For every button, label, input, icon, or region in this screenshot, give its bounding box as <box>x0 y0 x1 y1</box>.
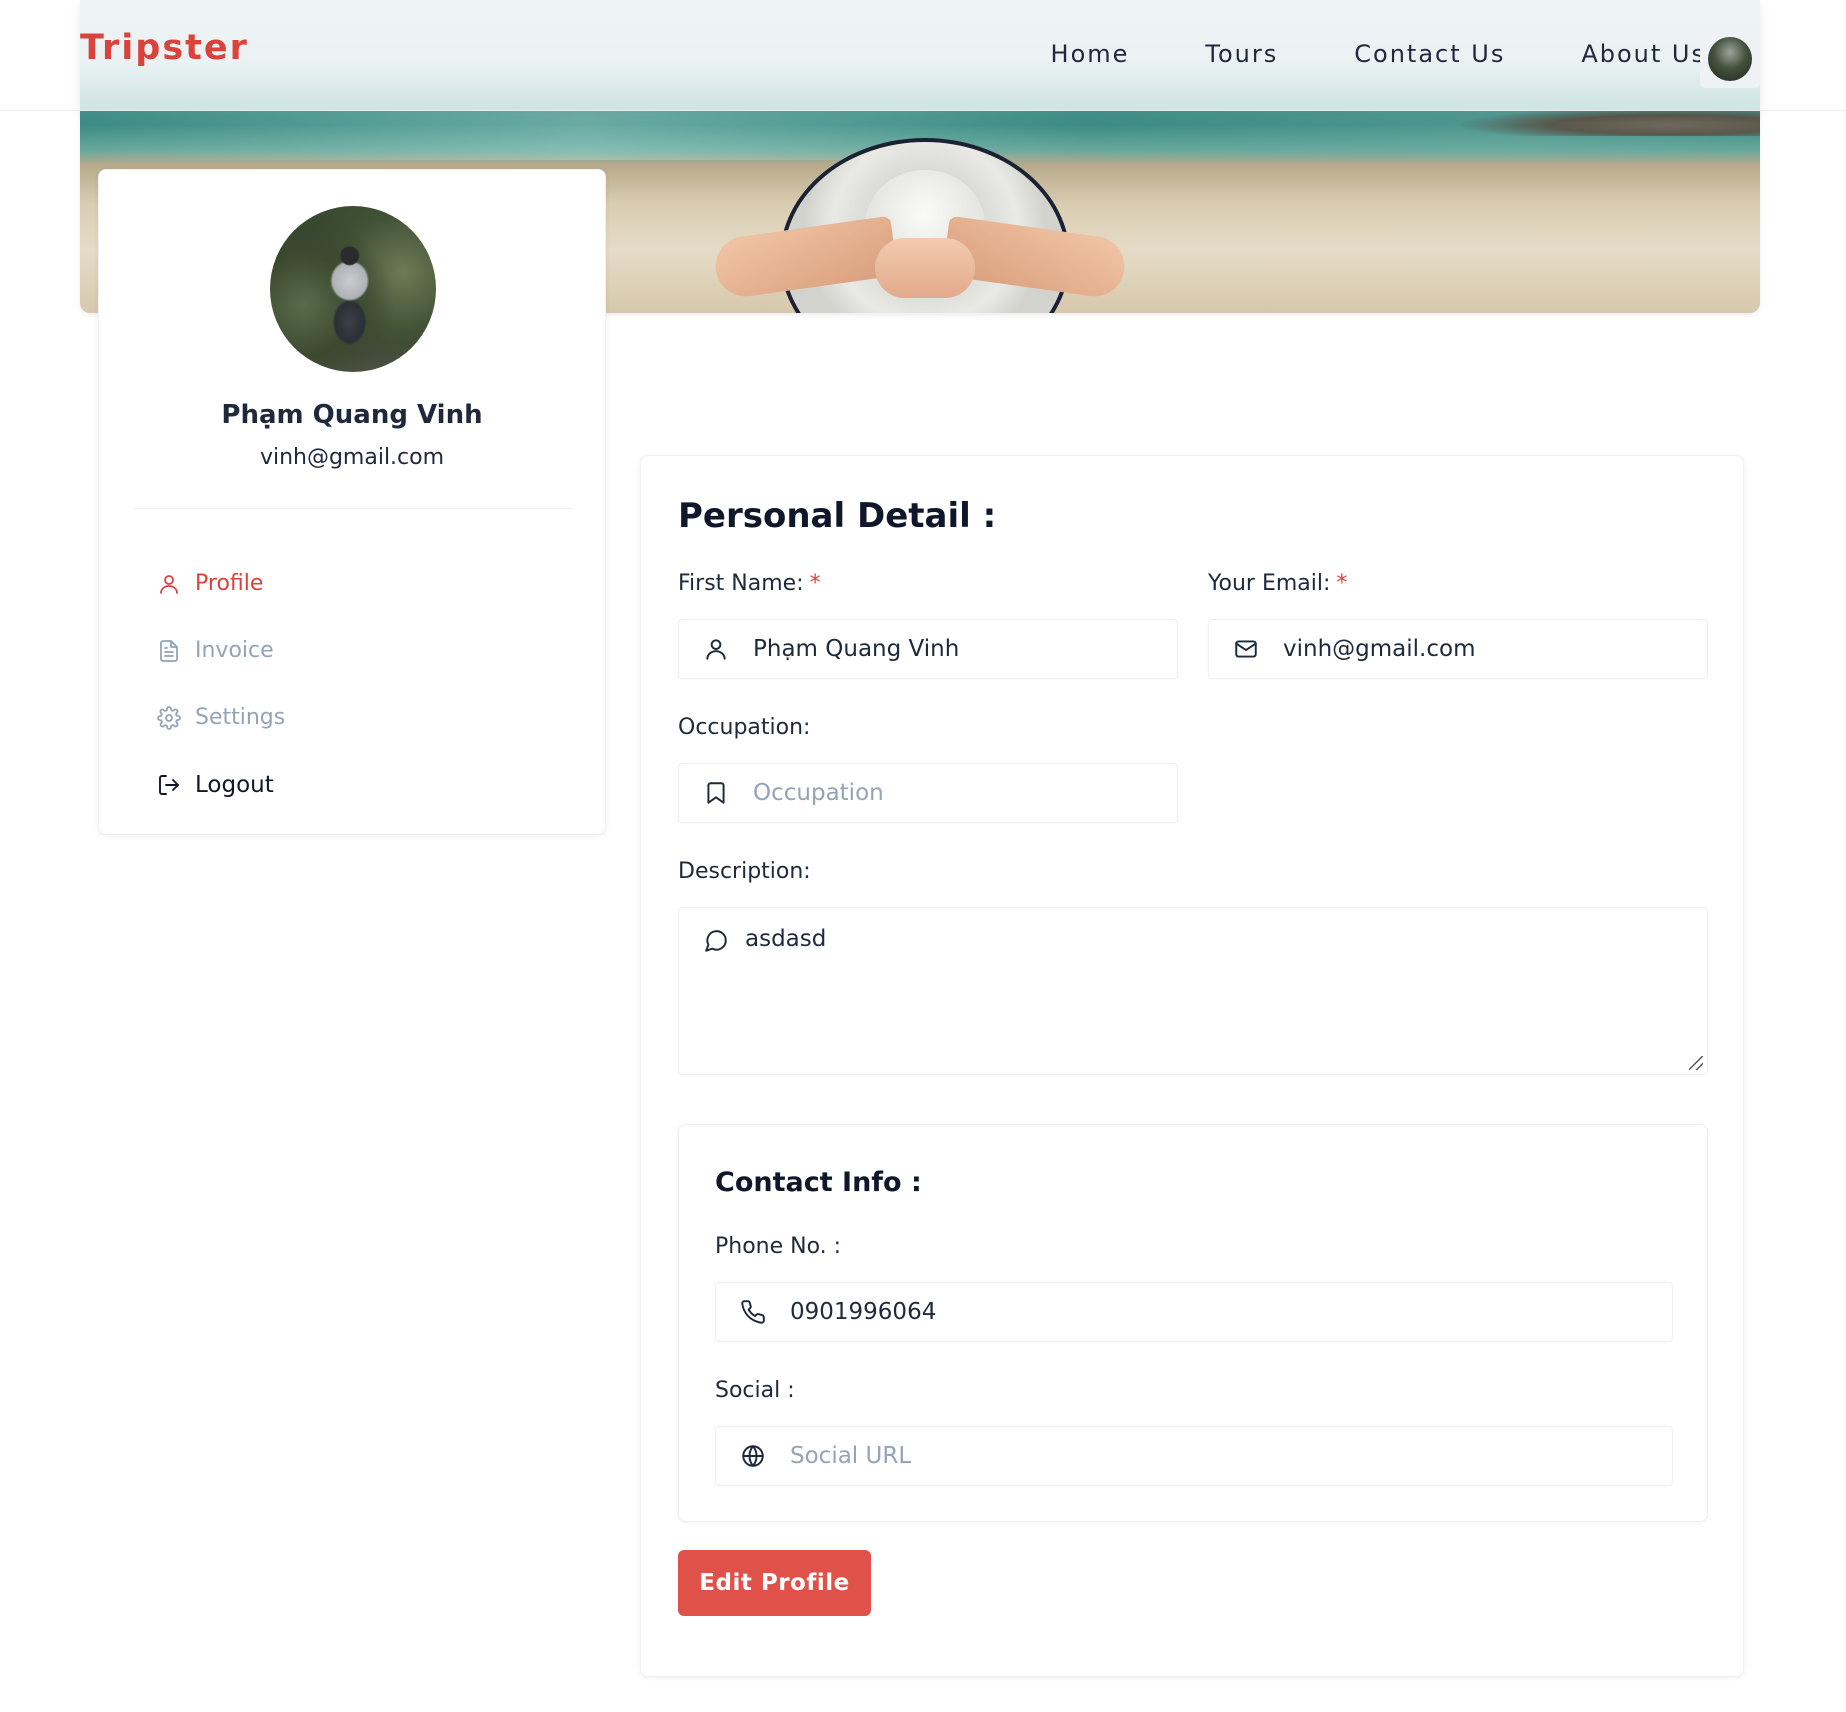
email-label: Your Email: * <box>1208 571 1347 596</box>
profile-page: Tripster Home Tours Contact Us About Us … <box>0 0 1846 1712</box>
message-circle-icon <box>703 928 729 954</box>
occupation-input[interactable] <box>753 780 1177 806</box>
nav-about-us[interactable]: About Us <box>1581 40 1706 68</box>
sidebar-item-label: Profile <box>195 571 264 596</box>
description-label: Description: <box>678 859 811 884</box>
description-textarea[interactable]: asdasd <box>745 926 1685 1056</box>
first-name-input[interactable] <box>753 636 1177 662</box>
sidebar-item-profile[interactable]: Profile <box>157 550 285 617</box>
avatar <box>1708 37 1752 81</box>
nav-home[interactable]: Home <box>1051 40 1130 68</box>
gear-icon <box>157 705 181 730</box>
brand-logo[interactable]: Tripster <box>80 28 249 68</box>
top-navbar: Tripster Home Tours Contact Us About Us <box>0 0 1846 111</box>
user-avatar-button[interactable] <box>1700 30 1760 88</box>
logout-icon <box>157 773 181 797</box>
first-name-field[interactable] <box>678 619 1178 679</box>
profile-sidebar: Phạm Quang Vinh vinh@gmail.com Profile I… <box>98 169 606 835</box>
email-input[interactable] <box>1283 636 1707 662</box>
globe-icon <box>740 1443 766 1469</box>
file-icon <box>157 639 181 663</box>
user-icon <box>703 636 729 662</box>
resize-handle[interactable] <box>1689 1056 1703 1070</box>
nav-contact-us[interactable]: Contact Us <box>1354 40 1505 68</box>
social-field[interactable] <box>715 1426 1673 1486</box>
form-title: Personal Detail : <box>678 496 997 536</box>
social-input[interactable] <box>790 1443 1672 1469</box>
contact-title: Contact Info : <box>715 1167 922 1198</box>
sidebar-item-logout[interactable]: Logout <box>157 751 285 818</box>
first-name-label-text: First Name: <box>678 571 804 596</box>
sidebar-item-label: Logout <box>195 771 274 798</box>
sidebar-item-label: Settings <box>195 705 286 730</box>
edit-profile-button[interactable]: Edit Profile <box>678 1550 871 1616</box>
occupation-field[interactable] <box>678 763 1178 823</box>
sidebar-item-invoice[interactable]: Invoice <box>157 617 285 684</box>
sidebar-item-settings[interactable]: Settings <box>157 684 285 751</box>
user-icon <box>157 572 181 596</box>
email-label-text: Your Email: <box>1208 571 1331 596</box>
personal-detail-card: Personal Detail : First Name:* Your Emai… <box>640 455 1744 1677</box>
rocks <box>1460 108 1760 136</box>
social-label: Social : <box>715 1378 795 1403</box>
sidebar-menu: Profile Invoice Settings Logout <box>157 550 285 818</box>
phone-icon <box>740 1299 766 1325</box>
required-mark: * <box>809 571 821 596</box>
bookmark-icon <box>703 780 729 806</box>
profile-email: vinh@gmail.com <box>259 445 445 470</box>
first-name-label: First Name: * <box>678 571 821 596</box>
occupation-label: Occupation: <box>678 715 811 740</box>
contact-info-card: Contact Info : Phone No. : Social : <box>678 1124 1708 1522</box>
divider <box>133 508 573 509</box>
phone-input[interactable] <box>790 1299 1672 1325</box>
phone-label: Phone No. : <box>715 1234 842 1259</box>
nav-tours[interactable]: Tours <box>1205 40 1278 68</box>
main-nav: Home Tours Contact Us About Us <box>975 40 1706 68</box>
hands <box>875 238 975 298</box>
email-field[interactable] <box>1208 619 1708 679</box>
sidebar-item-label: Invoice <box>195 638 274 663</box>
profile-avatar <box>270 206 436 372</box>
profile-name: Phạm Quang Vinh <box>221 400 483 430</box>
phone-field[interactable] <box>715 1282 1673 1342</box>
required-mark: * <box>1336 571 1348 596</box>
mail-icon <box>1233 636 1259 662</box>
description-field[interactable]: asdasd <box>678 907 1708 1075</box>
